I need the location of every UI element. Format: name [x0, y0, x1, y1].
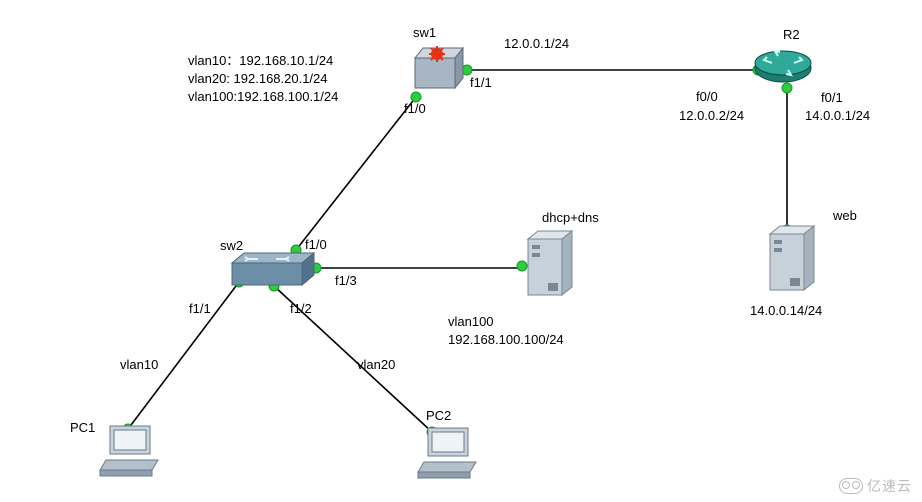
label-pc1-name: PC1 [70, 419, 95, 437]
label-vlan20: vlan20 [357, 356, 395, 374]
label-r2-f01-ip: 14.0.0.1/24 [805, 107, 870, 125]
label-sw2-f13: f1/3 [335, 272, 357, 290]
label-sw2-f12: f1/2 [290, 300, 312, 318]
label-r2-f00-ip: 12.0.0.2/24 [679, 107, 744, 125]
watermark: 亿速云 [839, 476, 912, 496]
device-sw2 [226, 249, 318, 296]
label-dhcp-name: dhcp+dns [542, 209, 599, 227]
pc-icon [410, 422, 480, 482]
label-dhcp-ip: 192.168.100.100/24 [448, 331, 564, 349]
server-icon [520, 225, 580, 303]
server-icon [762, 220, 822, 298]
device-pc2 [410, 422, 480, 487]
device-pc1 [92, 420, 162, 485]
label-web-name: web [833, 207, 857, 225]
label-sw1-name: sw1 [413, 24, 436, 42]
label-sw2-name: sw2 [220, 237, 243, 255]
label-sw1-link-ip: 12.0.0.1/24 [504, 35, 569, 53]
l3-switch-icon [410, 40, 465, 95]
switch-icon [226, 249, 318, 291]
label-sw1-f11: f1/1 [470, 74, 492, 92]
label-r2-f01: f0/1 [821, 89, 843, 107]
device-web [762, 220, 822, 303]
label-r2-f00: f0/0 [696, 88, 718, 106]
pc-icon [92, 420, 162, 480]
cloud-logo-icon [839, 478, 863, 494]
label-web-ip: 14.0.0.14/24 [750, 302, 822, 320]
label-dhcp-vlan: vlan100 [448, 313, 494, 331]
label-sw1-vlan-config: vlan10：192.168.10.1/24 vlan20: 192.168.2… [188, 52, 338, 107]
label-sw2-f11: f1/1 [189, 300, 211, 318]
device-dhcp-dns [520, 225, 580, 308]
label-sw1-f10: f1/0 [404, 100, 426, 118]
device-r2 [752, 46, 814, 96]
label-sw2-f10: f1/0 [305, 236, 327, 254]
label-pc2-name: PC2 [426, 407, 451, 425]
router-icon [752, 46, 814, 91]
label-r2-name: R2 [783, 26, 800, 44]
label-vlan10: vlan10 [120, 356, 158, 374]
device-sw1 [410, 40, 465, 100]
